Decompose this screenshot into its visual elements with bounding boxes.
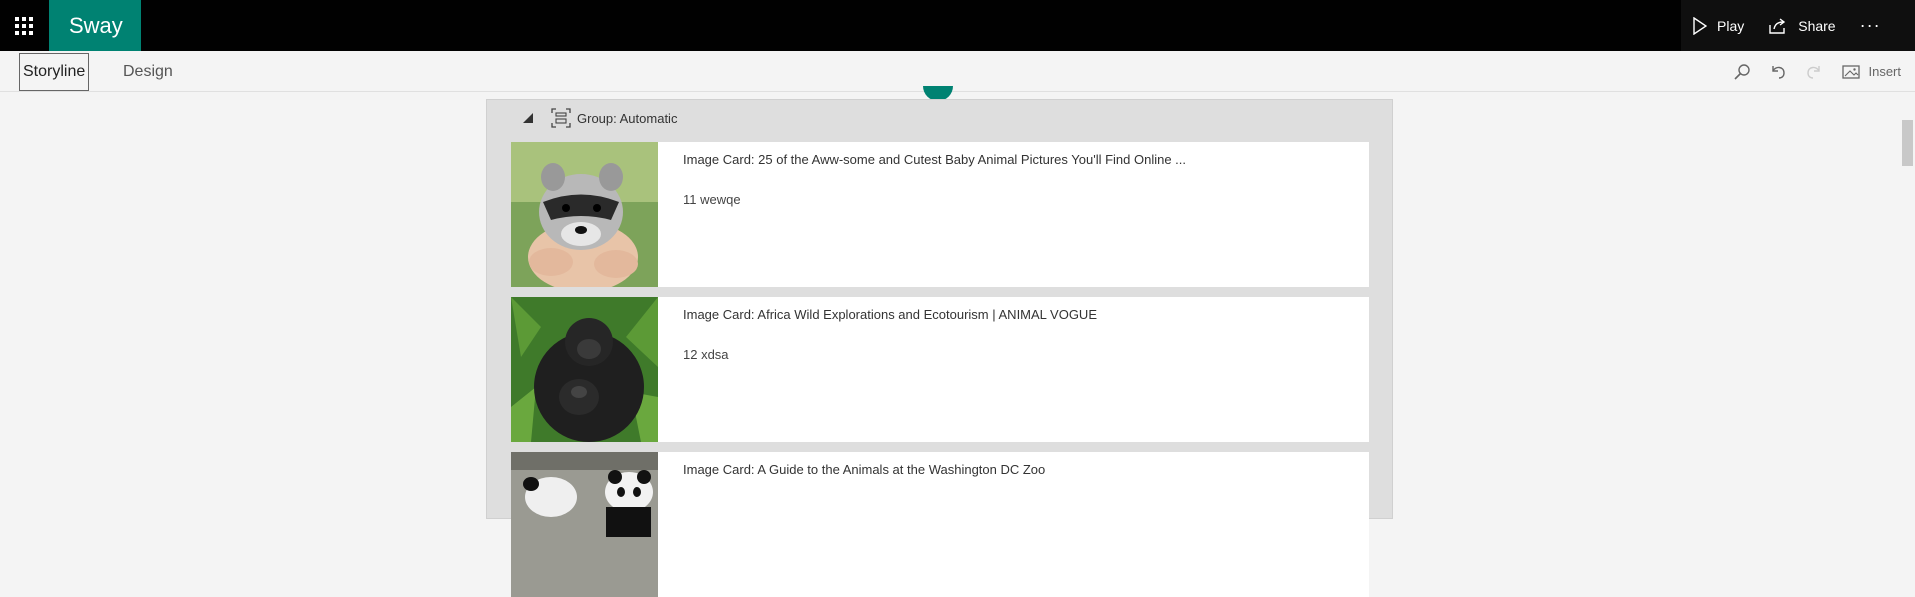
card-caption: 12 xdsa <box>683 347 729 362</box>
image-icon <box>1842 64 1861 79</box>
card-title: Image Card: Africa Wild Explorations and… <box>683 307 1097 322</box>
insert-label: Insert <box>1868 64 1901 79</box>
card-title: Image Card: A Guide to the Animals at th… <box>683 462 1046 477</box>
share-label: Share <box>1798 17 1836 34</box>
group-icon[interactable] <box>551 108 571 128</box>
top-actions: Play Share ··· <box>1681 0 1915 51</box>
raccoon-image <box>511 142 658 287</box>
more-options-button[interactable]: ··· <box>1848 15 1893 36</box>
tab-design[interactable]: Design <box>123 51 173 92</box>
vertical-scrollbar[interactable] <box>1898 92 1915 506</box>
card-title: Image Card: 25 of the Aww-some and Cutes… <box>683 152 1187 167</box>
card-caption: 11 wewqe <box>683 192 741 207</box>
gorilla-image <box>511 297 658 442</box>
collapse-triangle-icon[interactable] <box>523 113 533 123</box>
insert-button[interactable]: Insert <box>1842 64 1901 80</box>
scrollbar-thumb[interactable] <box>1902 120 1913 166</box>
search-icon[interactable] <box>1724 51 1760 92</box>
redo-icon[interactable] <box>1796 51 1832 92</box>
share-icon <box>1769 17 1786 34</box>
panda-image <box>511 452 658 597</box>
tab-storyline[interactable]: Storyline <box>19 53 90 91</box>
app-launcher-icon[interactable] <box>0 0 48 51</box>
play-label: Play <box>1717 17 1745 34</box>
top-bar: Sway Play Share ··· <box>0 0 1915 51</box>
share-button[interactable]: Share <box>1756 0 1847 51</box>
undo-icon[interactable] <box>1760 51 1796 92</box>
play-button[interactable]: Play <box>1681 0 1756 51</box>
toolbar: Storyline Design Insert <box>0 51 1915 92</box>
image-card[interactable]: Image Card: A Guide to the Animals at th… <box>511 452 1369 597</box>
card-group: Group: Automatic Image Card: 25 of the A… <box>486 99 1393 597</box>
toolbar-actions: Insert <box>1724 51 1901 92</box>
group-header: Group: Automatic <box>487 100 1392 136</box>
play-icon <box>1693 16 1707 35</box>
image-card[interactable]: Image Card: 25 of the Aww-some and Cutes… <box>511 142 1369 287</box>
image-card[interactable]: Image Card: Africa Wild Explorations and… <box>511 297 1369 442</box>
group-label: Group: Automatic <box>577 111 678 126</box>
app-name[interactable]: Sway <box>49 0 141 51</box>
